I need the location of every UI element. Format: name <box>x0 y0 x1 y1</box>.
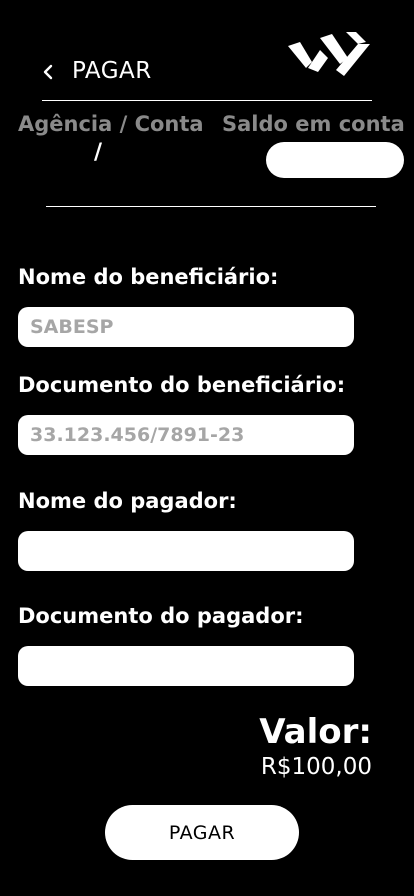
beneficiary-name-input[interactable] <box>18 307 354 347</box>
payer-name-label: Nome do pagador: <box>18 489 237 513</box>
payer-name-input[interactable] <box>18 531 354 571</box>
account-label: Agência / Conta <box>18 112 204 136</box>
valor-label: Valor: <box>259 712 372 752</box>
beneficiary-document-input[interactable] <box>18 415 354 455</box>
beneficiary-document-label: Documento do beneficiário: <box>18 373 346 397</box>
section-divider <box>46 206 376 207</box>
payer-document-label: Documento do pagador: <box>18 604 304 628</box>
account-value: / <box>94 140 103 165</box>
balance-label: Saldo em conta <box>222 112 405 136</box>
valor-amount: R$100,00 <box>260 754 372 780</box>
back-button[interactable] <box>38 58 58 86</box>
page-title: PAGAR <box>72 58 152 84</box>
brand-logo <box>286 28 374 82</box>
header: PAGAR <box>0 0 414 110</box>
header-divider <box>42 100 372 101</box>
pay-button[interactable]: PAGAR <box>105 805 299 860</box>
beneficiary-name-label: Nome do beneficiário: <box>18 265 279 289</box>
balance-value <box>266 142 404 178</box>
payer-document-input[interactable] <box>18 646 354 686</box>
chevron-left-icon <box>43 64 53 80</box>
